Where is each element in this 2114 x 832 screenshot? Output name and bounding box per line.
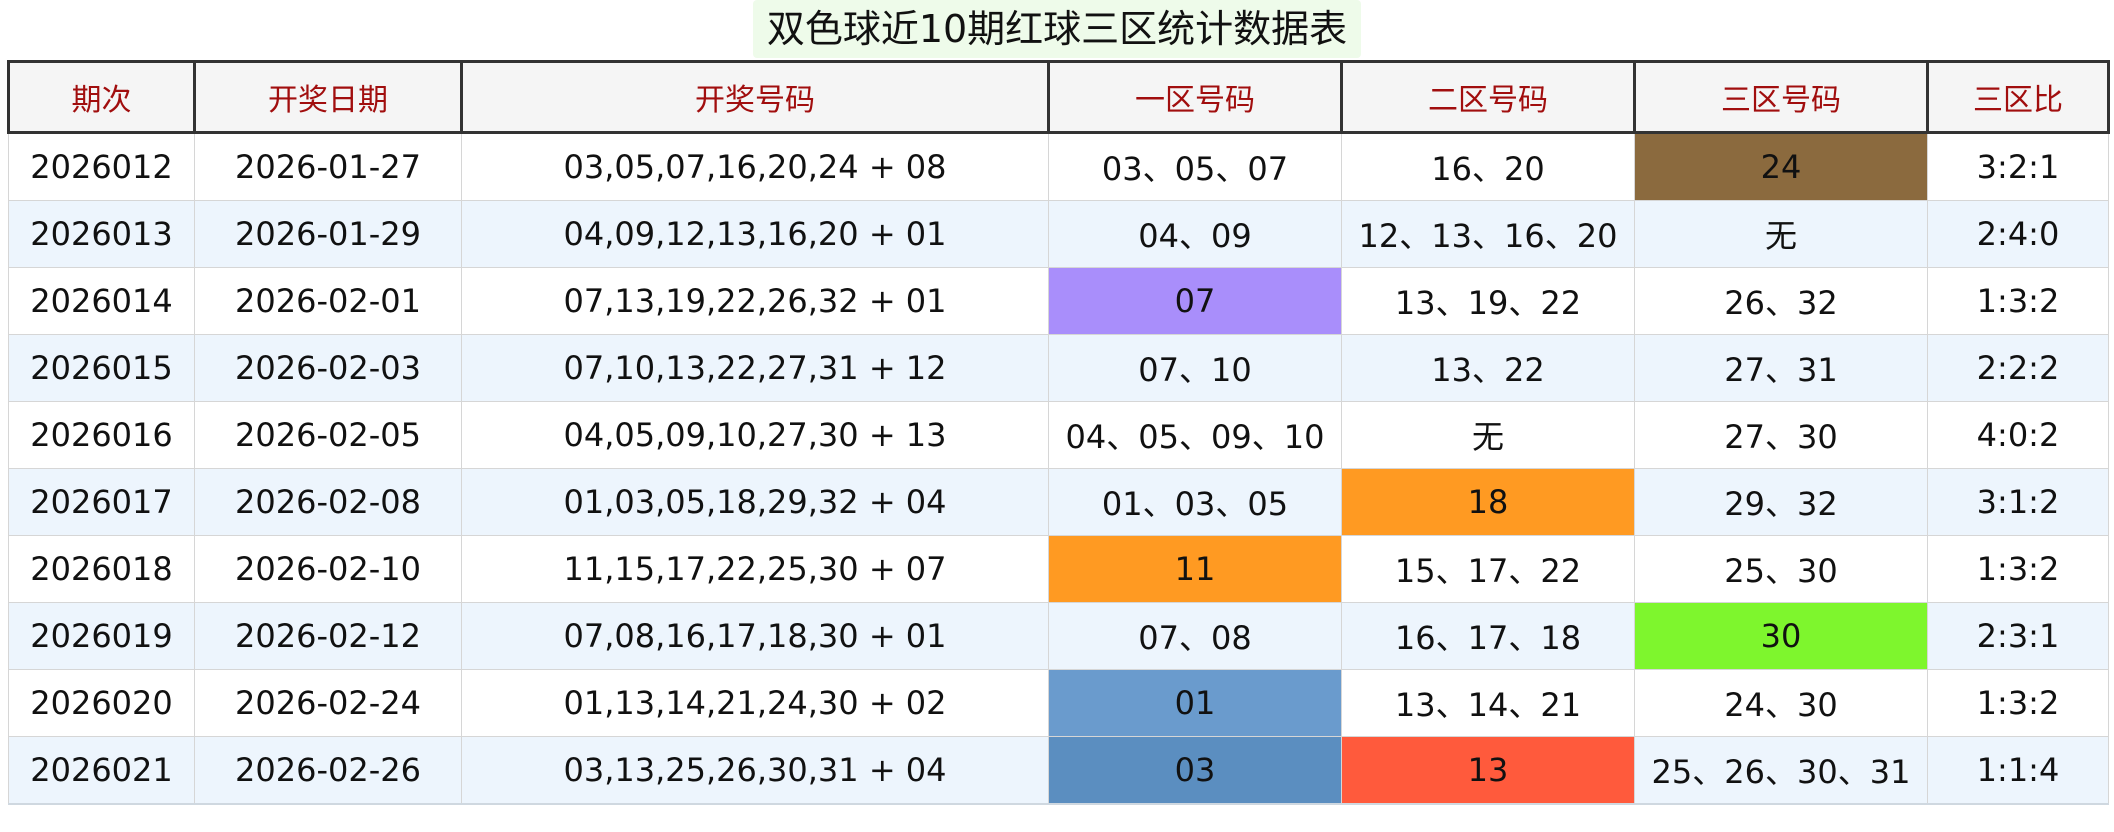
cell-zone3: 30 bbox=[1634, 602, 1928, 670]
cell-numbers: 04,09,12,13,16,20 + 01 bbox=[461, 200, 1049, 268]
cell-date: 2026-02-08 bbox=[194, 468, 462, 536]
cell-zone2: 13、14、21 bbox=[1341, 669, 1635, 737]
cell-zone2: 18 bbox=[1341, 468, 1635, 536]
table-row: 2026018 2026-02-10 11,15,17,22,25,30 + 07 1… bbox=[8, 535, 2109, 603]
header-zone1: 一区号码 bbox=[1047, 60, 1343, 134]
cell-issue: 2026016 bbox=[8, 401, 195, 469]
cell-ratio: 3:2:1 bbox=[1927, 132, 2109, 201]
cell-zone3: 无 bbox=[1634, 200, 1928, 268]
cell-zone1: 01、03、05 bbox=[1048, 468, 1342, 536]
cell-date: 2026-02-10 bbox=[194, 535, 462, 603]
table-row: 2026012 2026-01-27 03,05,07,16,20,24 + 08 0… bbox=[8, 132, 2109, 201]
cell-ratio: 2:2:2 bbox=[1927, 334, 2109, 402]
cell-issue: 2026019 bbox=[8, 602, 195, 670]
cell-zone1: 07、08 bbox=[1048, 602, 1342, 670]
cell-zone3: 29、32 bbox=[1634, 468, 1928, 536]
cell-zone1: 04、05、09、10 bbox=[1048, 401, 1342, 469]
cell-ratio: 3:1:2 bbox=[1927, 468, 2109, 536]
cell-date: 2026-01-29 bbox=[194, 200, 462, 268]
table-row: 2026015 2026-02-03 07,10,13,22,27,31 + 12 0… bbox=[8, 334, 2109, 402]
table-row: 2026019 2026-02-12 07,08,16,17,18,30 + 01 0… bbox=[8, 602, 2109, 670]
cell-issue: 2026017 bbox=[8, 468, 195, 536]
page-title: 双色球近10期红球三区统计数据表 bbox=[752, 0, 1362, 58]
cell-issue: 2026015 bbox=[8, 334, 195, 402]
cell-issue: 2026014 bbox=[8, 267, 195, 335]
cell-zone2: 16、20 bbox=[1341, 132, 1635, 201]
cell-date: 2026-02-05 bbox=[194, 401, 462, 469]
cell-numbers: 07,08,16,17,18,30 + 01 bbox=[461, 602, 1049, 670]
cell-numbers: 07,13,19,22,26,32 + 01 bbox=[461, 267, 1049, 335]
cell-zone1: 03 bbox=[1048, 736, 1342, 805]
table-row: 2026014 2026-02-01 07,13,19,22,26,32 + 01 0… bbox=[8, 267, 2109, 335]
cell-date: 2026-02-01 bbox=[194, 267, 462, 335]
header-ratio: 三区比 bbox=[1926, 60, 2110, 134]
cell-numbers: 11,15,17,22,25,30 + 07 bbox=[461, 535, 1049, 603]
header-zone2: 二区号码 bbox=[1340, 60, 1636, 134]
cell-date: 2026-02-12 bbox=[194, 602, 462, 670]
cell-numbers: 03,13,25,26,30,31 + 04 bbox=[461, 736, 1049, 805]
stats-table: 期次 开奖日期 开奖号码 一区号码 二区号码 三区号码 三区比 2026012 2… bbox=[7, 60, 2110, 805]
cell-zone3: 27、30 bbox=[1634, 401, 1928, 469]
cell-zone2: 13、22 bbox=[1341, 334, 1635, 402]
cell-numbers: 01,13,14,21,24,30 + 02 bbox=[461, 669, 1049, 737]
header-row: 期次 开奖日期 开奖号码 一区号码 二区号码 三区号码 三区比 bbox=[7, 60, 2110, 134]
cell-numbers: 07,10,13,22,27,31 + 12 bbox=[461, 334, 1049, 402]
cell-issue: 2026020 bbox=[8, 669, 195, 737]
cell-zone3: 26、32 bbox=[1634, 267, 1928, 335]
cell-numbers: 03,05,07,16,20,24 + 08 bbox=[461, 132, 1049, 201]
title-container: 双色球近10期红球三区统计数据表 bbox=[0, 0, 2114, 60]
cell-zone2: 15、17、22 bbox=[1341, 535, 1635, 603]
cell-zone2: 12、13、16、20 bbox=[1341, 200, 1635, 268]
table-body: 2026012 2026-01-27 03,05,07,16,20,24 + 08 0… bbox=[8, 132, 2109, 805]
cell-zone1: 07 bbox=[1048, 267, 1342, 335]
cell-zone2: 无 bbox=[1341, 401, 1635, 469]
table-row: 2026017 2026-02-08 01,03,05,18,29,32 + 04 0… bbox=[8, 468, 2109, 536]
cell-zone3: 24 bbox=[1634, 132, 1928, 201]
cell-zone1: 11 bbox=[1048, 535, 1342, 603]
cell-zone1: 04、09 bbox=[1048, 200, 1342, 268]
cell-ratio: 2:3:1 bbox=[1927, 602, 2109, 670]
table-row: 2026021 2026-02-26 03,13,25,26,30,31 + 04 0… bbox=[8, 736, 2109, 805]
cell-ratio: 4:0:2 bbox=[1927, 401, 2109, 469]
cell-date: 2026-01-27 bbox=[194, 132, 462, 201]
table-row: 2026016 2026-02-05 04,05,09,10,27,30 + 13 0… bbox=[8, 401, 2109, 469]
cell-zone1: 03、05、07 bbox=[1048, 132, 1342, 201]
cell-zone2: 16、17、18 bbox=[1341, 602, 1635, 670]
header-issue: 期次 bbox=[7, 60, 196, 134]
cell-zone2: 13 bbox=[1341, 736, 1635, 805]
cell-issue: 2026013 bbox=[8, 200, 195, 268]
cell-zone3: 24、30 bbox=[1634, 669, 1928, 737]
table-row: 2026013 2026-01-29 04,09,12,13,16,20 + 01 0… bbox=[8, 200, 2109, 268]
cell-numbers: 04,05,09,10,27,30 + 13 bbox=[461, 401, 1049, 469]
cell-issue: 2026018 bbox=[8, 535, 195, 603]
table-row: 2026020 2026-02-24 01,13,14,21,24,30 + 02 0… bbox=[8, 669, 2109, 737]
cell-zone3: 25、30 bbox=[1634, 535, 1928, 603]
cell-issue: 2026021 bbox=[8, 736, 195, 805]
cell-zone3: 25、26、30、31 bbox=[1634, 736, 1928, 805]
header-numbers: 开奖号码 bbox=[460, 60, 1050, 134]
cell-ratio: 1:3:2 bbox=[1927, 535, 2109, 603]
cell-ratio: 1:3:2 bbox=[1927, 267, 2109, 335]
cell-ratio: 1:3:2 bbox=[1927, 669, 2109, 737]
cell-numbers: 01,03,05,18,29,32 + 04 bbox=[461, 468, 1049, 536]
cell-date: 2026-02-26 bbox=[194, 736, 462, 805]
header-date: 开奖日期 bbox=[193, 60, 463, 134]
cell-zone1: 01 bbox=[1048, 669, 1342, 737]
cell-zone3: 27、31 bbox=[1634, 334, 1928, 402]
cell-zone1: 07、10 bbox=[1048, 334, 1342, 402]
cell-issue: 2026012 bbox=[8, 132, 195, 201]
cell-date: 2026-02-03 bbox=[194, 334, 462, 402]
cell-ratio: 1:1:4 bbox=[1927, 736, 2109, 805]
header-zone3: 三区号码 bbox=[1633, 60, 1929, 134]
cell-ratio: 2:4:0 bbox=[1927, 200, 2109, 268]
cell-date: 2026-02-24 bbox=[194, 669, 462, 737]
cell-zone2: 13、19、22 bbox=[1341, 267, 1635, 335]
